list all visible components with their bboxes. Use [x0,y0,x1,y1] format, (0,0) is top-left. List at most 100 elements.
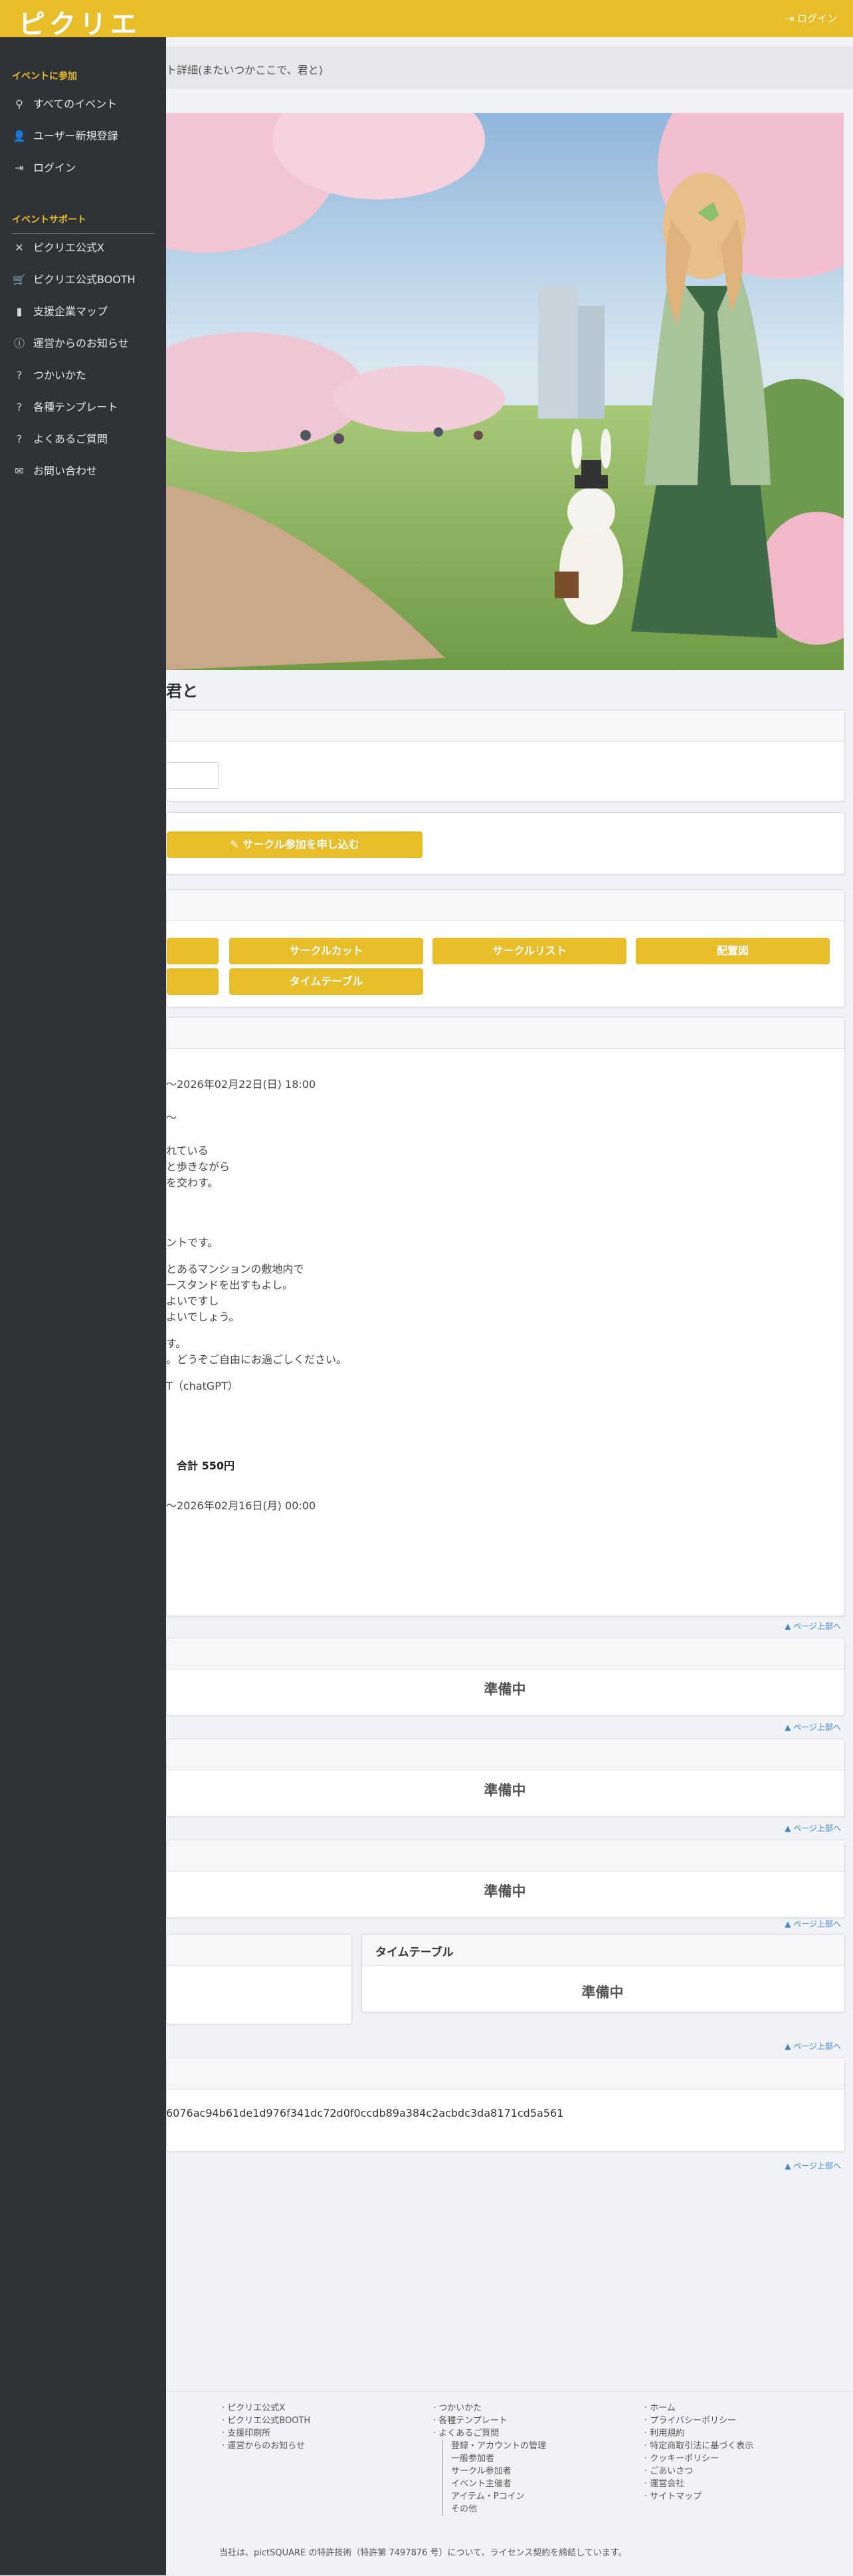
top-bar: ピクリエ ⇥ ログイン [0,0,853,40]
info-card-header [167,710,844,742]
circle-cut-button[interactable]: サークルカット [229,938,423,964]
footer-link[interactable]: · ホーム [644,2402,753,2415]
footer-link[interactable]: · 各種テンプレート [433,2415,546,2427]
detail-line: 。どうぞご自由にお過ごしください。 [166,1353,347,1366]
info-input[interactable] [167,762,219,789]
sidebar-item-label: つかいかた [33,369,87,381]
layout-map-button[interactable]: 配置図 [636,938,830,964]
footer-link[interactable]: · 利用規約 [644,2427,753,2440]
footer-link[interactable]: · クッキーポリシー [644,2452,753,2465]
footer-sublink[interactable]: その他 [451,2503,546,2516]
circle-apply-button[interactable]: ✎ サークル参加を申し込む [167,831,423,858]
sidebar-item-how-to[interactable]: ? つかいかた [12,366,86,385]
pending-label: 準備中 [484,1883,526,1899]
pending-label: 準備中 [484,1681,526,1697]
sidebar-item-label: ピクリエ公式X [33,241,104,254]
pending-card-3 [166,1840,845,1918]
page-top-label: ページ上部へ [793,1723,841,1732]
quick-link-hidden-1[interactable] [167,938,219,964]
detail-line: よいですし [166,1295,219,1307]
quick-links-header [167,890,844,921]
footer-link[interactable]: · つかいかた [433,2402,546,2415]
sidebar-item-sponsor-map[interactable]: ▮ 支援企業マップ [12,302,108,322]
footer-link-label: ピクリエ公式BOOTH [227,2416,311,2426]
footer-link[interactable]: · ピクリエ公式BOOTH [222,2415,310,2427]
quick-link-hidden-2[interactable] [167,968,219,995]
sidebar-item-booth[interactable]: 🛒 ピクリエ公式BOOTH [12,270,136,290]
footer-link[interactable]: · ごあいさつ [644,2465,753,2478]
sidebar-item-all-events[interactable]: ⚲ すべてのイベント [12,94,117,114]
footer-sublink[interactable]: 一般参加者 [451,2452,546,2465]
sidebar-item-label: お問い合わせ [33,465,98,477]
page-top-link[interactable]: ▲ ページ上部へ [785,1918,841,1929]
sidebar-item-news[interactable]: ⓘ 運営からのお知らせ [12,334,129,354]
footer-link[interactable]: · 支援印刷所 [222,2427,310,2440]
sidebar-item-label: ログイン [33,161,76,174]
page-top-link[interactable]: ▲ ページ上部へ [785,1822,841,1834]
sidebar-item-faq[interactable]: ? よくあるご質問 [12,429,108,449]
header-login-link[interactable]: ⇥ ログイン [786,11,837,25]
footer-link-label: 支援印刷所 [227,2428,271,2438]
page-top-link[interactable]: ▲ ページ上部へ [785,1620,841,1632]
footer-link[interactable]: · プライバシーポリシー [644,2415,753,2427]
footer-link[interactable]: · ピクリエ公式X [222,2402,310,2415]
detail-line: れている [166,1144,209,1157]
site-logo[interactable]: ピクリエ [19,3,141,41]
info-card [166,710,845,802]
page-top-label: ページ上部へ [793,1919,841,1929]
sidebar: イベントに参加 ⚲ すべてのイベント 👤 ユーザー新規登録 ⇥ ログイン イベントサポ… [0,37,166,2575]
sidebar-item-register[interactable]: 👤 ユーザー新規登録 [12,126,118,146]
sidebar-item-contact[interactable]: ✉ お問い合わせ [12,461,97,481]
left-half-card [166,1934,352,2024]
footer-link-label: 運営会社 [650,2479,685,2489]
footer-sublink[interactable]: サークル参加者 [451,2465,546,2478]
footer-link[interactable]: · 特定商取引法に基づく表示 [644,2440,753,2452]
page-top-link[interactable]: ▲ ページ上部へ [785,2040,841,2052]
total-price: 合計 550円 [177,1459,235,1472]
footer-link[interactable]: · 運営からのお知らせ [222,2440,310,2452]
page-top-label: ページ上部へ [793,1622,841,1631]
footer-sublink[interactable]: 登録・アカウントの管理 [451,2440,546,2452]
footer-col-3: · ホーム · プライバシーポリシー · 利用規約 · 特定商取引法に基づく表示… [644,2402,753,2503]
event-hero-image [166,113,844,670]
deadline: 〜2026年02月16日(月) 00:00 [166,1499,316,1512]
circle-apply-card: ✎ サークル参加を申し込む [166,812,845,875]
sidebar-item-login[interactable]: ⇥ ログイン [12,158,76,178]
footer-link[interactable]: · サイトマップ [644,2490,753,2503]
sidebar-item-official-x[interactable]: ✕ ピクリエ公式X [12,238,104,258]
detail-line: とあるマンションの敷地内で [166,1263,304,1275]
footer-link-label: クッキーポリシー [650,2454,719,2464]
pencil-icon: ✎ [230,838,239,851]
footer-link-label: サイトマップ [650,2492,702,2502]
footer-link[interactable]: · よくあるご質問 [433,2427,546,2440]
detail-line: 〜 [166,1111,177,1124]
footer-sublink[interactable]: アイテム・Pコイン [451,2490,546,2503]
login-icon: ⇥ [785,13,795,25]
footer-link-label: 運営からのお知らせ [227,2441,306,2451]
timetable-card-title: タイムテーブル [375,1946,454,1959]
hash-value: 6076ac94b61de1d976f341dc72d0f0ccdb89a384… [166,2107,564,2119]
page-top-link[interactable]: ▲ ページ上部へ [785,2160,841,2171]
left-half-header [167,1935,351,1966]
footer-sublink[interactable]: イベント主催者 [451,2478,546,2490]
copyright: 当社は、pictSQUARE の特許技術（特許第 7497876 号）について、… [219,2548,627,2558]
circle-list-button[interactable]: サークルリスト [432,938,626,964]
sidebar-divider [12,233,155,234]
pending-card-header [167,1638,844,1669]
circle-apply-label: サークル参加を申し込む [242,838,359,851]
hash-card [166,2058,845,2152]
page-top-link[interactable]: ▲ ページ上部へ [785,1721,841,1733]
sidebar-item-label: ピクリエ公式BOOTH [33,273,136,286]
sidebar-item-templates[interactable]: ? 各種テンプレート [12,397,118,417]
pending-card-header [167,1840,844,1872]
cart-icon: 🛒 [13,273,26,286]
pending-card-1 [166,1638,845,1716]
event-details-card [166,1017,845,1616]
footer-link[interactable]: · 運営会社 [644,2478,753,2490]
breadcrumb: ト詳細(またいつかここで、君と) [166,64,323,76]
footer-link-label: よくあるご質問 [438,2428,500,2438]
pending-label: 準備中 [484,1782,526,1798]
event-details-header [167,1018,844,1049]
footer-faq-sublist: 登録・アカウントの管理 一般参加者 サークル参加者 イベント主催者 アイテム・P… [442,2440,546,2516]
timetable-button[interactable]: タイムテーブル [229,968,423,995]
